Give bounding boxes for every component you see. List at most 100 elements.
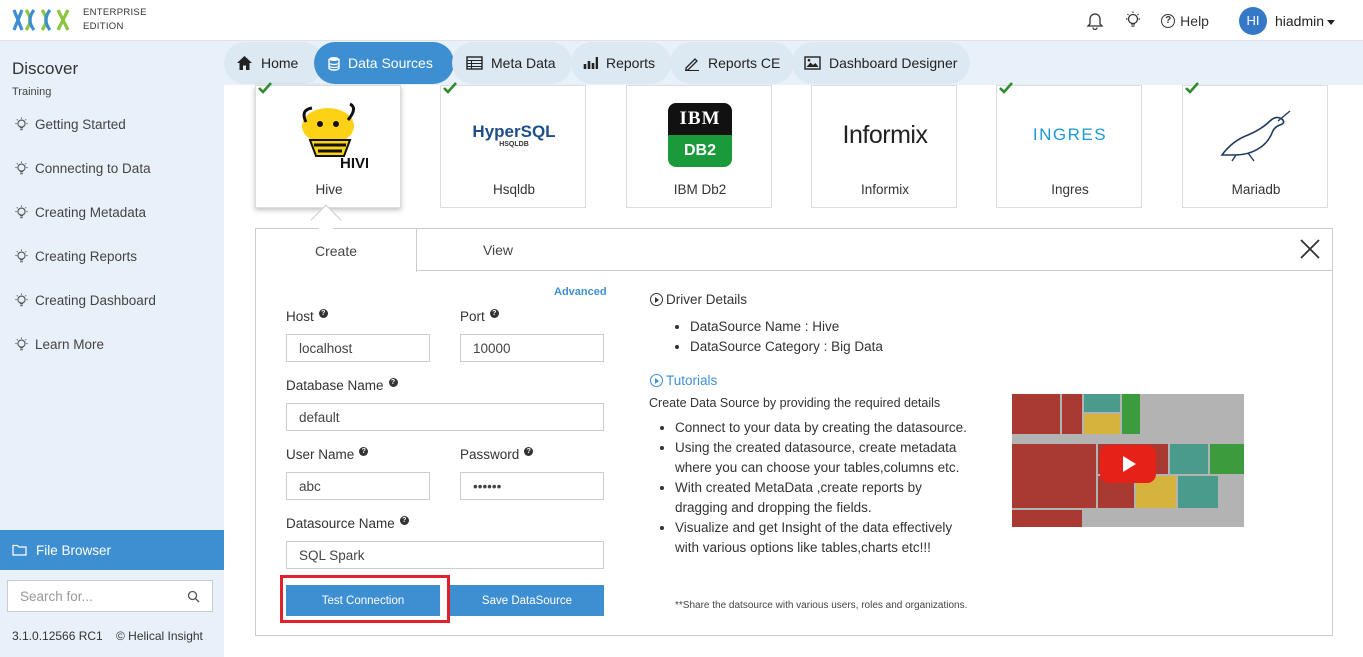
port-label: Port? bbox=[460, 309, 499, 324]
file-search-input[interactable] bbox=[20, 588, 170, 604]
tab-dashboard-designer[interactable]: Dashboard Designer bbox=[792, 42, 970, 84]
sidebar-item-learn-more[interactable]: Learn More bbox=[14, 337, 104, 352]
avatar[interactable]: HI bbox=[1238, 6, 1267, 35]
sidebar-item-creating-metadata[interactable]: Creating Metadata bbox=[14, 205, 146, 220]
close-icon[interactable] bbox=[1298, 237, 1322, 261]
tutorials-link[interactable]: Tutorials bbox=[650, 373, 717, 388]
help-question-icon[interactable]: ? bbox=[318, 309, 328, 318]
play-circle-icon bbox=[650, 293, 663, 306]
hsqldb-logo-sub: HSQLDB bbox=[499, 140, 529, 148]
sidebar-item-getting-started[interactable]: Getting Started bbox=[14, 117, 126, 132]
check-icon bbox=[258, 82, 272, 94]
bar-chart-icon bbox=[583, 57, 598, 69]
play-circle-icon bbox=[650, 374, 663, 387]
ingres-logo: INGRES bbox=[997, 94, 1143, 176]
datasource-card-ibm-db2[interactable]: IBM DB2 IBM Db2 bbox=[626, 85, 772, 208]
driver-details-title: Driver Details bbox=[650, 292, 747, 307]
play-button[interactable] bbox=[1100, 445, 1156, 483]
tab-bar: Home Data Sources Meta Data Reports Repo… bbox=[224, 41, 1363, 85]
user-menu[interactable]: hiadmin bbox=[1275, 13, 1335, 29]
bulb-icon[interactable] bbox=[1123, 11, 1143, 31]
datasource-panel: Create View Advanced Host? Port? Databas… bbox=[255, 228, 1333, 636]
sidebar-item-label: Creating Metadata bbox=[35, 205, 147, 220]
tab-view[interactable]: View bbox=[418, 229, 578, 271]
hsqldb-logo-text: HyperSQL bbox=[472, 121, 556, 141]
sidebar-item-connecting-to-data[interactable]: Connecting to Data bbox=[14, 161, 151, 176]
share-note: **Share the datsource with various users… bbox=[675, 600, 968, 611]
bell-icon[interactable] bbox=[1085, 11, 1105, 31]
datasource-card-hsqldb[interactable]: HyperSQL HSQLDB Hsqldb bbox=[440, 82, 586, 208]
datasource-name-label-text: Datasource Name bbox=[286, 516, 395, 531]
password-input[interactable] bbox=[460, 472, 604, 500]
check-icon bbox=[443, 82, 457, 94]
database-label-text: Database Name bbox=[286, 378, 384, 393]
home-icon bbox=[237, 56, 252, 70]
sidebar-title: Discover bbox=[12, 59, 79, 78]
folder-icon bbox=[12, 544, 27, 556]
datasource-label: Informix bbox=[860, 182, 909, 197]
tab-reports[interactable]: Reports bbox=[571, 42, 671, 84]
help-label: Help bbox=[1180, 12, 1209, 29]
tutorials-text: Tutorials bbox=[666, 373, 718, 388]
datasource-label: Hive bbox=[315, 182, 343, 197]
ibm-db2-logo: IBM DB2 bbox=[627, 94, 773, 176]
tab-label: Meta Data bbox=[491, 55, 556, 71]
list-item: Using the created datasource, create met… bbox=[675, 438, 972, 478]
user-name-input[interactable] bbox=[286, 472, 430, 500]
help-question-icon[interactable]: ? bbox=[388, 378, 398, 387]
table-icon bbox=[466, 56, 483, 70]
host-label-text: Host bbox=[286, 309, 314, 324]
tab-create[interactable]: Create bbox=[256, 229, 417, 272]
sidebar-item-label: Creating Dashboard bbox=[35, 293, 156, 308]
main-area: Home Data Sources Meta Data Reports Repo… bbox=[224, 41, 1363, 657]
datasource-card-hive[interactable]: HIVE Hive bbox=[255, 82, 402, 208]
help-question-icon[interactable]: ? bbox=[399, 516, 409, 525]
help-question-icon[interactable]: ? bbox=[359, 447, 369, 456]
search-icon[interactable] bbox=[187, 590, 200, 603]
tutorials-intro: Create Data Source by providing the requ… bbox=[649, 396, 941, 410]
driver-details-list: DataSource Name : Hive DataSource Catego… bbox=[672, 317, 883, 357]
version-label: 3.1.0.12566 RC1 bbox=[12, 629, 103, 643]
save-datasource-button[interactable]: Save DataSource bbox=[450, 585, 604, 616]
tab-meta-data[interactable]: Meta Data bbox=[452, 42, 572, 84]
datasource-name-input[interactable] bbox=[286, 541, 604, 569]
file-browser-button[interactable]: File Browser bbox=[0, 530, 224, 570]
datasource-label: IBM Db2 bbox=[673, 182, 727, 197]
informix-logo-text: Informix bbox=[842, 120, 928, 149]
sidebar-item-creating-reports[interactable]: Creating Reports bbox=[14, 249, 137, 264]
sidebar: Discover Training Getting Started Connec… bbox=[0, 41, 224, 657]
tutorial-video-thumbnail[interactable] bbox=[1012, 394, 1244, 527]
helical-logo bbox=[12, 9, 70, 31]
host-input[interactable] bbox=[286, 334, 430, 362]
help-link[interactable]: ? Help bbox=[1161, 13, 1209, 29]
port-input[interactable] bbox=[460, 334, 604, 362]
bulb-icon bbox=[15, 161, 28, 175]
top-icons: ? Help HI hiadmin bbox=[1085, 0, 1335, 41]
file-search-box bbox=[7, 580, 213, 612]
tab-home[interactable]: Home bbox=[224, 42, 324, 84]
host-label: Host? bbox=[286, 309, 328, 324]
datasource-card-ingres[interactable]: INGRES Ingres bbox=[996, 82, 1143, 208]
list-item: DataSource Category : Big Data bbox=[690, 337, 883, 357]
play-icon bbox=[1123, 456, 1136, 472]
help-question-icon[interactable]: ? bbox=[524, 447, 534, 456]
help-icon: ? bbox=[1161, 13, 1176, 28]
help-question-icon[interactable]: ? bbox=[489, 309, 499, 318]
caret-down-icon bbox=[1327, 19, 1335, 25]
tab-label: Data Sources bbox=[348, 55, 433, 71]
sidebar-item-creating-dashboard[interactable]: Creating Dashboard bbox=[14, 293, 156, 308]
tab-label: Reports CE bbox=[708, 55, 781, 71]
datasource-card-mariadb[interactable]: Mariadb bbox=[1182, 82, 1328, 208]
advanced-link[interactable]: Advanced bbox=[554, 286, 607, 298]
database-name-label: Database Name? bbox=[286, 378, 398, 393]
database-name-input[interactable] bbox=[286, 403, 604, 431]
tutorials-list: Connect to your data by creating the dat… bbox=[657, 418, 972, 558]
hive-logo: HIVE bbox=[256, 94, 402, 176]
tab-reports-ce[interactable]: Reports CE bbox=[670, 42, 794, 84]
tab-data-sources[interactable]: Data Sources bbox=[314, 42, 454, 84]
datasource-card-informix[interactable]: Informix Informix bbox=[811, 85, 957, 208]
user-name-label: User Name? bbox=[286, 447, 369, 462]
bulb-icon bbox=[15, 249, 28, 263]
edition-label: ENTERPRISE EDITION bbox=[83, 6, 147, 34]
image-icon bbox=[804, 56, 821, 70]
